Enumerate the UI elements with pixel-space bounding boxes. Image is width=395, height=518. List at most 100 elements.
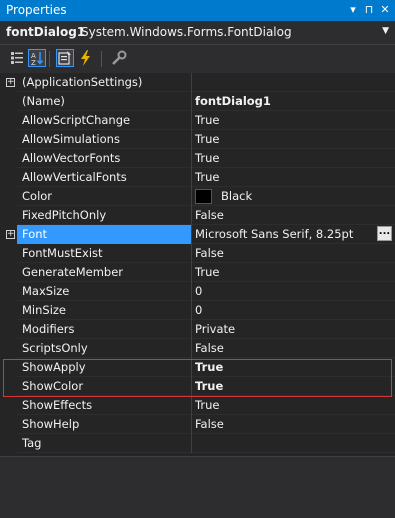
row-gutter (0, 206, 17, 225)
property-grid: + (ApplicationSettings) (Name) fontDialog1 A… (0, 73, 395, 456)
column-divider[interactable] (191, 301, 192, 320)
row-gutter (0, 301, 17, 320)
chevron-down-icon[interactable]: ▼ (382, 26, 389, 36)
description-panel (0, 456, 395, 518)
column-divider[interactable] (191, 187, 192, 206)
row-gutter (0, 92, 17, 111)
object-selector[interactable]: fontDialog1 System.Windows.Forms.FontDia… (0, 21, 395, 45)
categorized-icon[interactable] (8, 49, 26, 67)
close-icon[interactable]: ✕ (378, 2, 392, 18)
property-value[interactable]: 0 (195, 303, 202, 317)
property-row[interactable]: MaxSize 0 (0, 282, 395, 301)
column-divider[interactable] (191, 149, 192, 168)
column-divider[interactable] (191, 263, 192, 282)
ellipsis-button[interactable]: ... (377, 226, 392, 241)
column-divider[interactable] (191, 339, 192, 358)
property-value[interactable]: True (195, 113, 219, 127)
column-divider[interactable] (191, 206, 192, 225)
property-value[interactable]: fontDialog1 (195, 94, 271, 108)
property-value[interactable]: 0 (195, 284, 202, 298)
property-name: Font (22, 227, 48, 241)
property-row[interactable]: ShowEffects True (0, 396, 395, 415)
column-divider[interactable] (191, 358, 192, 377)
property-value[interactable]: True (195, 265, 219, 279)
properties-icon[interactable] (56, 49, 74, 67)
expand-plus-icon[interactable]: + (6, 230, 15, 239)
column-divider[interactable] (191, 282, 192, 301)
property-name: Tag (22, 436, 42, 450)
property-value[interactable]: Black (221, 189, 252, 203)
alphabetical-icon[interactable]: A Z (28, 49, 46, 67)
auto-hide-pin-icon[interactable]: ⊓ (362, 2, 376, 18)
column-divider[interactable] (191, 434, 192, 453)
column-divider[interactable] (191, 415, 192, 434)
property-name: ShowEffects (22, 398, 93, 412)
property-row[interactable]: AllowVerticalFonts True (0, 168, 395, 187)
property-row[interactable]: FontMustExist False (0, 244, 395, 263)
svg-text:Z: Z (31, 59, 36, 66)
property-value[interactable]: True (195, 360, 223, 374)
property-row[interactable]: ShowHelp False (0, 415, 395, 434)
property-row[interactable]: AllowScriptChange True (0, 111, 395, 130)
property-row[interactable]: ShowColor True (0, 377, 395, 396)
property-row[interactable]: FixedPitchOnly False (0, 206, 395, 225)
property-name: (Name) (22, 94, 65, 108)
window-position-dropdown-icon[interactable]: ▾ (346, 2, 360, 18)
row-gutter (0, 130, 17, 149)
property-row[interactable]: Tag (0, 434, 395, 453)
property-row[interactable]: Color Black (0, 187, 395, 206)
row-gutter (0, 168, 17, 187)
property-value[interactable]: False (195, 208, 224, 222)
column-divider[interactable] (191, 225, 192, 244)
property-value[interactable]: False (195, 417, 224, 431)
property-pages-icon[interactable] (110, 49, 128, 67)
row-gutter (0, 358, 17, 377)
property-row[interactable]: ShowApply True (0, 358, 395, 377)
property-name: FixedPitchOnly (22, 208, 107, 222)
property-value[interactable]: False (195, 341, 224, 355)
property-name: MaxSize (22, 284, 70, 298)
property-value[interactable]: True (195, 398, 219, 412)
color-swatch (195, 189, 212, 204)
property-row[interactable]: ScriptsOnly False (0, 339, 395, 358)
column-divider[interactable] (191, 111, 192, 130)
property-row[interactable]: + Font Microsoft Sans Serif, 8.25pt... (0, 225, 395, 244)
column-divider[interactable] (191, 377, 192, 396)
property-value[interactable]: True (195, 151, 219, 165)
toolbar-separator (101, 51, 102, 67)
property-value[interactable]: True (195, 132, 219, 146)
property-value[interactable]: Microsoft Sans Serif, 8.25pt (195, 227, 353, 241)
property-row[interactable]: AllowVectorFonts True (0, 149, 395, 168)
property-value[interactable]: False (195, 246, 224, 260)
property-row[interactable]: GenerateMember True (0, 263, 395, 282)
property-row[interactable]: Modifiers Private (0, 320, 395, 339)
property-row[interactable]: (Name) fontDialog1 (0, 92, 395, 111)
column-divider[interactable] (191, 244, 192, 263)
column-divider[interactable] (191, 130, 192, 149)
property-row[interactable]: AllowSimulations True (0, 130, 395, 149)
property-row[interactable]: MinSize 0 (0, 301, 395, 320)
column-divider[interactable] (191, 92, 192, 111)
property-value[interactable]: True (195, 170, 219, 184)
properties-toolbar: A Z (0, 45, 395, 73)
property-name: ShowColor (22, 379, 84, 393)
property-name: Color (22, 189, 53, 203)
row-gutter (0, 377, 17, 396)
column-divider[interactable] (191, 73, 192, 92)
column-divider[interactable] (191, 168, 192, 187)
property-name: FontMustExist (22, 246, 103, 260)
column-divider[interactable] (191, 320, 192, 339)
row-gutter (0, 320, 17, 339)
property-name: Modifiers (22, 322, 75, 336)
toolbar-separator (49, 51, 50, 67)
column-divider[interactable] (191, 396, 192, 415)
property-row[interactable]: + (ApplicationSettings) (0, 73, 395, 92)
property-value[interactable]: Private (195, 322, 235, 336)
property-name: ScriptsOnly (22, 341, 88, 355)
row-gutter (0, 187, 17, 206)
events-icon[interactable] (77, 49, 95, 67)
expand-plus-icon[interactable]: + (6, 78, 15, 87)
property-value[interactable]: True (195, 379, 223, 393)
property-name: MinSize (22, 303, 67, 317)
property-name: AllowScriptChange (22, 113, 131, 127)
